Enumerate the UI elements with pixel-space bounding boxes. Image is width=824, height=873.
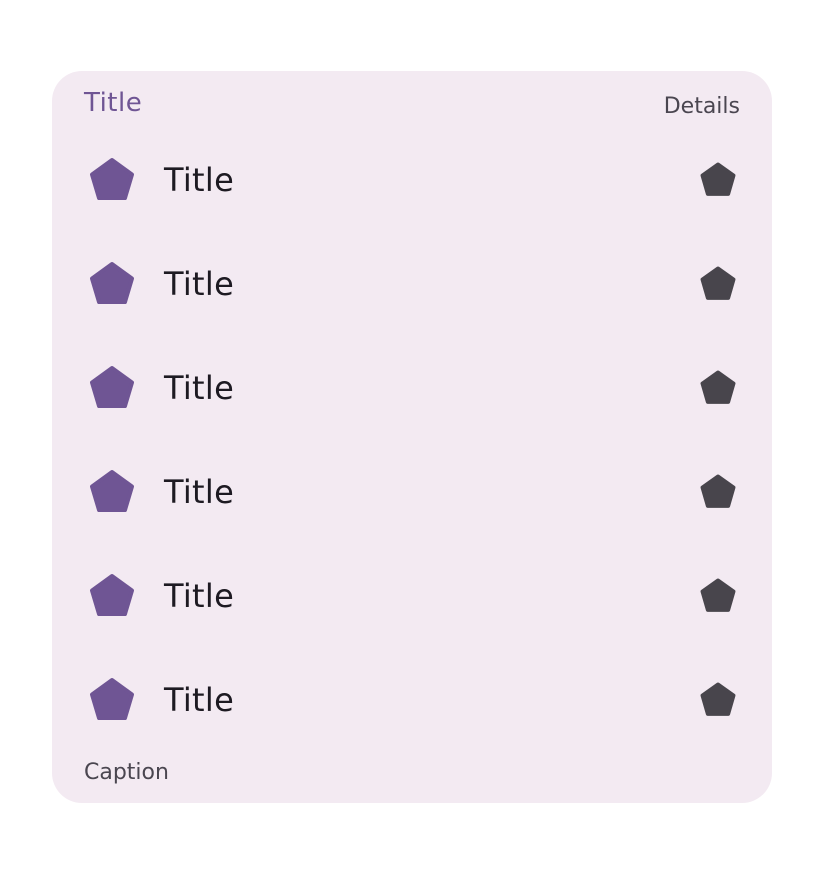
pentagon-icon[interactable]	[696, 262, 740, 306]
details-link[interactable]: Details	[664, 93, 740, 121]
pentagon-icon[interactable]	[696, 470, 740, 514]
list-item[interactable]: Title	[52, 232, 772, 336]
list-item[interactable]: Title	[52, 440, 772, 544]
pentagon-icon[interactable]	[696, 158, 740, 202]
list-item-label: Title	[164, 161, 235, 199]
list-item-label: Title	[164, 473, 235, 511]
list-item-label: Title	[164, 369, 235, 407]
pentagon-icon[interactable]	[696, 366, 740, 410]
list-item[interactable]: Title	[52, 544, 772, 648]
card-caption: Caption	[84, 760, 169, 785]
card-title: Title	[84, 88, 143, 118]
list-item-label: Title	[164, 681, 235, 719]
list-item[interactable]: Title	[52, 648, 772, 752]
pentagon-icon	[88, 156, 136, 204]
list: Title Title Title Title Title Title	[52, 128, 772, 752]
list-item[interactable]: Title	[52, 336, 772, 440]
pentagon-icon	[88, 572, 136, 620]
list-card: Title Details Title Title Title Title Ti…	[52, 71, 772, 803]
pentagon-icon	[88, 364, 136, 412]
pentagon-icon[interactable]	[696, 678, 740, 722]
list-item[interactable]: Title	[52, 128, 772, 232]
list-item-label: Title	[164, 265, 235, 303]
pentagon-icon[interactable]	[696, 574, 740, 618]
list-item-label: Title	[164, 577, 235, 615]
pentagon-icon	[88, 468, 136, 516]
card-header: Title Details	[84, 87, 740, 127]
pentagon-icon	[88, 260, 136, 308]
pentagon-icon	[88, 676, 136, 724]
